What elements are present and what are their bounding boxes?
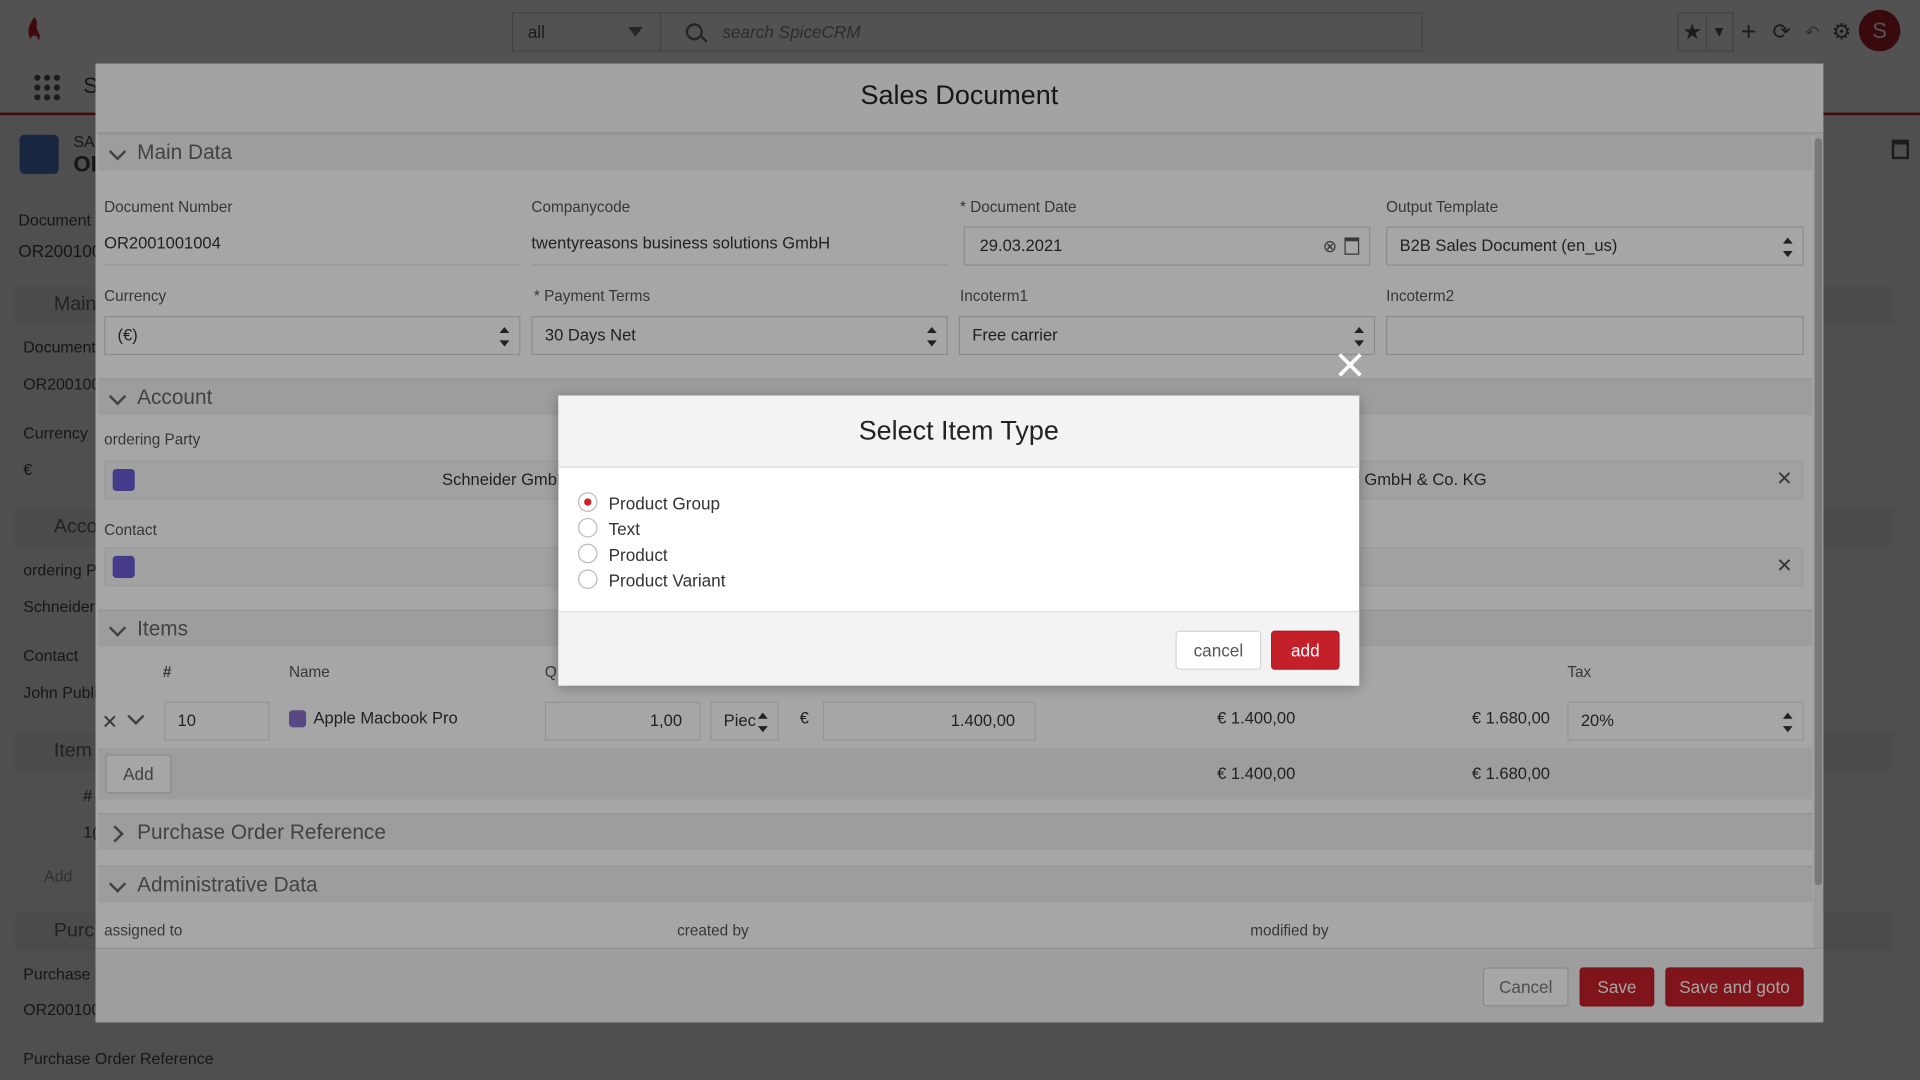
dialog-footer: cancel add (558, 611, 1360, 686)
dialog-cancel-button[interactable]: cancel (1175, 630, 1262, 670)
radio-icon[interactable] (577, 543, 598, 564)
close-icon[interactable] (1337, 353, 1361, 377)
app-root: all search SpiceCRM ★ ▼ + ⟳ ↶ ⚙ S S (0, 0, 1920, 1080)
option-label: Product (608, 544, 668, 565)
dialog-add-button[interactable]: add (1271, 630, 1340, 670)
dialog-title: Select Item Type (558, 395, 1360, 468)
option-label: Product Group (608, 493, 721, 514)
radio-icon[interactable] (577, 517, 598, 538)
select-item-type-dialog: Select Item Type Product Group Text Prod… (558, 395, 1360, 686)
option-label: Product Variant (608, 570, 726, 591)
radio-icon[interactable] (577, 569, 598, 589)
option-label: Text (608, 519, 641, 539)
radio-selected-icon[interactable] (577, 492, 598, 512)
